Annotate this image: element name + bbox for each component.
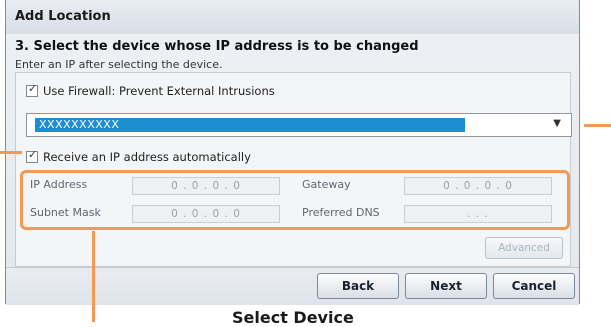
ip-address-input[interactable]: 0 . 0 . 0 . 0: [132, 177, 280, 195]
device-select[interactable]: XXXXXXXXXX ▼: [26, 113, 572, 137]
gateway-value: 0 . 0 . 0 . 0: [443, 180, 513, 192]
dialog-title: Add Location: [15, 9, 111, 24]
gateway-label: Gateway: [302, 178, 351, 191]
title-bar: Add Location: [6, 0, 579, 34]
cancel-button[interactable]: Cancel: [493, 273, 575, 299]
auto-ip-label: Receive an IP address automatically: [43, 150, 251, 164]
ip-address-value: 0 . 0 . 0 . 0: [171, 180, 241, 192]
callout-line-ip-settings: [92, 231, 95, 322]
callout-line-device-select: [584, 124, 611, 127]
next-button-label: Next: [430, 279, 462, 293]
back-button[interactable]: Back: [317, 273, 399, 299]
auto-ip-checkbox[interactable]: [26, 148, 38, 163]
subnet-mask-value: 0 . 0 . 0 . 0: [171, 208, 241, 220]
select-device-caption: Select Device: [232, 308, 354, 327]
firewall-label: Use Firewall: Prevent External Intrusion…: [43, 84, 275, 98]
step-heading: 3. Select the device whose IP address is…: [15, 39, 419, 54]
preferred-dns-value: . . .: [467, 208, 489, 220]
firewall-checkbox[interactable]: [26, 82, 38, 97]
ip-address-label: IP Address: [30, 178, 88, 191]
chevron-down-icon[interactable]: ▼: [553, 118, 561, 129]
device-select-value: XXXXXXXXXX: [39, 118, 120, 131]
back-button-label: Back: [341, 279, 375, 293]
advanced-button-label: Advanced: [498, 242, 550, 254]
subnet-mask-input[interactable]: 0 . 0 . 0 . 0: [132, 205, 280, 223]
step-hint: Enter an IP after selecting the device.: [15, 58, 223, 71]
cancel-button-label: Cancel: [511, 279, 557, 293]
advanced-button[interactable]: Advanced: [485, 237, 563, 259]
preferred-dns-label: Preferred DNS: [302, 206, 380, 219]
gateway-input[interactable]: 0 . 0 . 0 . 0: [404, 177, 552, 195]
subnet-mask-label: Subnet Mask: [30, 206, 101, 219]
callout-line-auto-ip: [0, 151, 22, 154]
next-button[interactable]: Next: [405, 273, 487, 299]
auto-ip-option[interactable]: Receive an IP address automatically: [26, 148, 251, 164]
firewall-option[interactable]: Use Firewall: Prevent External Intrusion…: [26, 82, 275, 98]
preferred-dns-input[interactable]: . . .: [404, 205, 552, 223]
